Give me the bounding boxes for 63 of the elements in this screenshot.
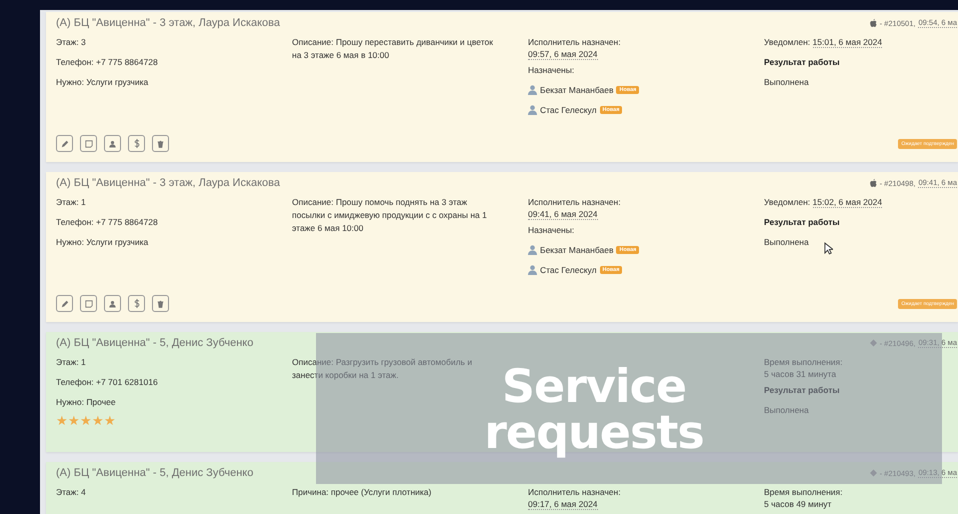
action-button[interactable] bbox=[104, 135, 121, 152]
request-field: Телефон: +7 775 8864728 bbox=[56, 52, 158, 72]
action-button[interactable] bbox=[152, 135, 169, 152]
user-icon bbox=[528, 245, 537, 255]
request-title: (А) БЦ "Авиценна" - 5, Денис Зубченко bbox=[56, 337, 254, 349]
request-field: Телефон: +7 701 6281016 bbox=[56, 372, 158, 392]
assignees-label: Назначены: bbox=[528, 224, 574, 237]
assigned-label: Исполнитель назначен: bbox=[528, 486, 621, 498]
notified-label: Уведомлен: bbox=[764, 37, 812, 47]
result-label: Результат работы bbox=[764, 216, 840, 229]
duration-label: Время выполнения: bbox=[764, 356, 842, 368]
notified-label: Уведомлен: bbox=[764, 197, 812, 207]
request-title: (А) БЦ "Авиценна" - 5, Денис Зубченко bbox=[56, 467, 254, 479]
assignee-name: Стас Гелескул bbox=[540, 104, 597, 116]
assignees-label: Назначены: bbox=[528, 64, 574, 77]
user-icon bbox=[528, 265, 537, 275]
result-value: Выполнена bbox=[764, 404, 809, 417]
assignee-name: Стас Гелескул bbox=[540, 264, 597, 276]
assigned-time: 09:41, 6 мая 2024 bbox=[528, 209, 598, 220]
notified-time: 15:01, 6 мая 2024 bbox=[812, 37, 882, 48]
star-icon: ★ bbox=[104, 414, 116, 428]
result-value: Выполнена bbox=[764, 236, 809, 249]
request-field: Этаж: 4 bbox=[56, 482, 86, 502]
assigned-time: 09:57, 6 мая 2024 bbox=[528, 49, 598, 60]
user-icon bbox=[528, 105, 537, 115]
assigned-label: Исполнитель назначен: bbox=[528, 196, 621, 208]
duration-value: 5 часов 31 минута bbox=[764, 368, 836, 380]
result-value: Выполнена bbox=[764, 76, 809, 89]
star-icon: ★ bbox=[80, 414, 92, 428]
request-field: Нужно: Услуги грузчика bbox=[56, 72, 148, 92]
action-button[interactable] bbox=[56, 295, 73, 312]
request-description: Описание: Прошу помочь поднять на 3 этаж посылки с имиджевую продукции с с охраны на 1 этаже 6 мая 10:00 bbox=[292, 196, 488, 235]
star-icon: ★ bbox=[92, 414, 104, 428]
assigned-label: Исполнитель назначен: bbox=[528, 36, 621, 48]
request-title: (А) БЦ "Авиценна" - 3 этаж, Лаура Искакова bbox=[56, 177, 280, 189]
action-button[interactable] bbox=[56, 135, 73, 152]
notified-time: 15:02, 6 мая 2024 bbox=[812, 197, 882, 208]
request-field: Нужно: Услуги грузчика bbox=[56, 232, 148, 252]
action-button[interactable] bbox=[128, 295, 145, 312]
result-label: Результат работы bbox=[764, 56, 840, 69]
request-description: Описание: Разгрузить грузовой автомобиль и занести коробки на 1 этаж. bbox=[292, 356, 474, 382]
request-field: Этаж: 3 bbox=[56, 32, 86, 52]
star-icon: ★ bbox=[68, 414, 80, 428]
result-label: Результат работы bbox=[764, 384, 840, 397]
user-icon bbox=[528, 85, 537, 95]
request-field: Нужно: Прочее bbox=[56, 392, 116, 412]
action-button[interactable] bbox=[104, 295, 121, 312]
assignee-name: Бекзат Мананбаев bbox=[540, 244, 614, 256]
request-field: Телефон: +7 775 8864728 bbox=[56, 212, 158, 232]
action-button[interactable] bbox=[128, 135, 145, 152]
assigned-time: 09:17, 6 мая 2024 bbox=[528, 499, 598, 510]
star-icon: ★ bbox=[56, 414, 68, 428]
action-button[interactable] bbox=[152, 295, 169, 312]
request-field: Этаж: 1 bbox=[56, 192, 86, 212]
assignee-name: Бекзат Мананбаев bbox=[540, 84, 614, 96]
duration-value: 5 часов 49 минут bbox=[764, 498, 832, 510]
duration-label: Время выполнения: bbox=[764, 486, 842, 498]
action-button[interactable] bbox=[80, 295, 97, 312]
request-description: Причина: прочее (Услуги плотника) bbox=[292, 486, 432, 499]
request-description: Описание: Прошу переставить диванчики и цветок на 3 этаже 6 мая в 10:00 bbox=[292, 36, 494, 62]
action-button[interactable] bbox=[80, 135, 97, 152]
request-field: Этаж: 1 bbox=[56, 352, 86, 372]
request-title: (А) БЦ "Авиценна" - 3 этаж, Лаура Искакова bbox=[56, 17, 280, 29]
